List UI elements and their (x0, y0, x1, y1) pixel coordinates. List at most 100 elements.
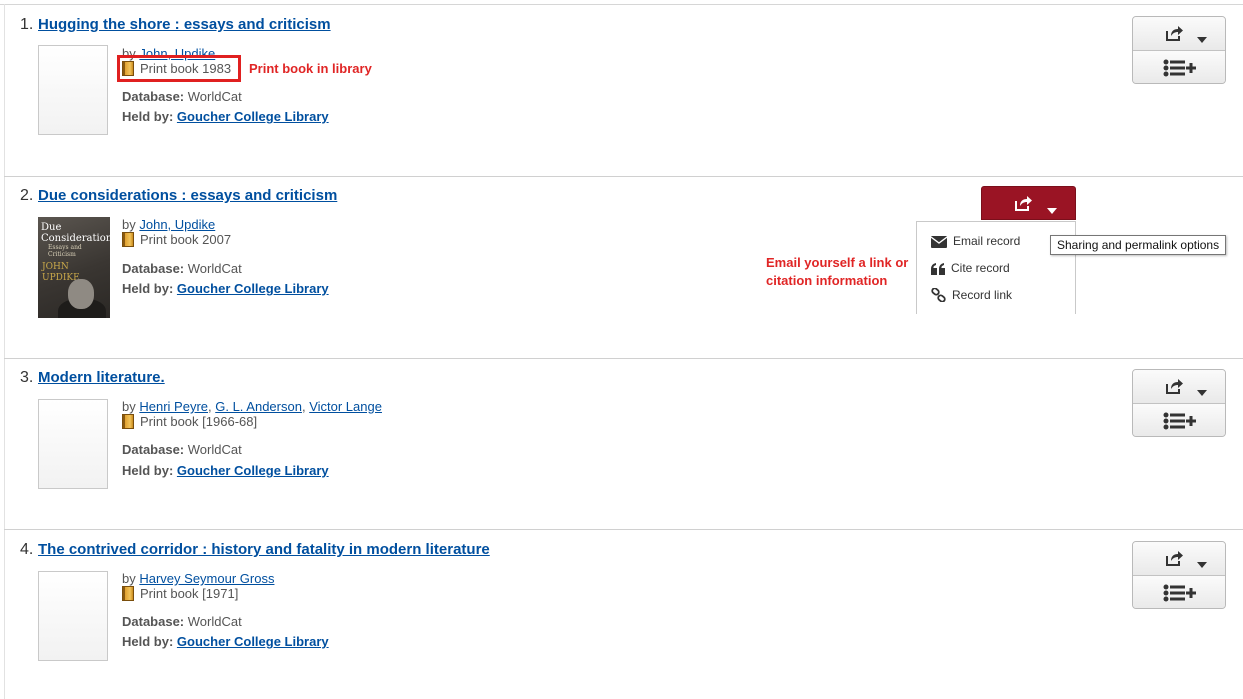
record-number: 1. (20, 16, 34, 33)
database-label: Database: (122, 442, 185, 457)
record-title-link[interactable]: Due considerations : essays and criticis… (38, 187, 337, 204)
database-label: Database: (122, 261, 185, 276)
by-label: by (122, 399, 136, 414)
share-dropdown-button[interactable] (1133, 542, 1225, 576)
annotation-print-book: Print book in library (249, 61, 372, 76)
share-icon (1165, 378, 1183, 395)
list-add-icon (1163, 59, 1197, 77)
cover-placeholder[interactable] (38, 45, 108, 135)
by-label: by (122, 571, 136, 586)
held-by-label: Held by: (122, 109, 174, 124)
caret-down-icon (1197, 30, 1207, 48)
held-by-line: Held by: Goucher College Library (122, 634, 329, 649)
database-line: Database: WorldCat (122, 261, 242, 276)
database-line: Database: WorldCat (122, 442, 242, 457)
menu-item-record-link[interactable]: Record link (931, 287, 1013, 303)
publication-year: 2007 (202, 232, 232, 247)
menu-item-label: Cite record (951, 261, 1010, 275)
cover-title: Due Considerations (41, 222, 110, 244)
held-by-line: Held by: Goucher College Library (122, 109, 329, 124)
share-icon (1165, 25, 1183, 42)
left-border (4, 4, 5, 699)
link-icon (931, 287, 946, 303)
cover-portrait-face (68, 279, 94, 309)
add-to-list-button[interactable] (1133, 51, 1225, 83)
publication-year: [1966-68] (202, 414, 258, 429)
held-by-label: Held by: (122, 634, 174, 649)
add-to-list-button[interactable] (1133, 576, 1225, 608)
list-add-icon (1163, 584, 1197, 602)
share-icon (1014, 195, 1032, 217)
record-title-link[interactable]: Hugging the shore : essays and criticism (38, 16, 331, 33)
format-line: Print book [1971] (122, 586, 238, 601)
held-by-line: Held by: Goucher College Library (122, 463, 329, 478)
format-label: Print book (140, 586, 199, 601)
share-dropdown-button-active[interactable] (981, 186, 1076, 220)
database-value: WorldCat (187, 89, 242, 104)
menu-item-email-record[interactable]: Email record (930, 234, 1021, 248)
author-line: by Henri Peyre, G. L. Anderson, Victor L… (122, 399, 382, 414)
held-by-library-link[interactable]: Goucher College Library (177, 463, 329, 478)
held-by-library-link[interactable]: Goucher College Library (177, 281, 329, 296)
database-line: Database: WorldCat (122, 614, 242, 629)
book-icon (122, 586, 134, 601)
caret-down-icon (1197, 555, 1207, 573)
database-value: WorldCat (187, 442, 242, 457)
held-by-library-link[interactable]: Goucher College Library (177, 634, 329, 649)
annotation-email-line-2: citation information (766, 273, 888, 288)
cover-placeholder[interactable] (38, 571, 108, 661)
format-line: Print book [1966-68] (122, 414, 257, 429)
database-value: WorldCat (187, 614, 242, 629)
record-actions (1132, 541, 1226, 609)
menu-item-label: Record link (952, 288, 1013, 302)
author-link[interactable]: Victor Lange (309, 399, 382, 414)
share-tooltip: Sharing and permalink options (1050, 235, 1227, 255)
book-cover-image[interactable]: Due Considerations Essays and Criticism J… (38, 217, 110, 318)
quote-icon (931, 263, 945, 275)
author-link[interactable]: Henri Peyre (139, 399, 208, 414)
cover-subtitle: Essays and Criticism (48, 244, 82, 258)
list-add-icon (1163, 412, 1197, 430)
by-label: by (122, 217, 136, 232)
record-number: 2. (20, 187, 34, 204)
author-link[interactable]: Harvey Seymour Gross (139, 571, 274, 586)
menu-item-label: Email record (953, 234, 1021, 248)
author-line: by Harvey Seymour Gross (122, 571, 274, 586)
book-icon (122, 414, 134, 429)
record-number: 4. (20, 541, 34, 558)
record-separator (4, 176, 1243, 177)
author-line: by John, Updike (122, 217, 215, 232)
record-number: 3. (20, 369, 34, 386)
record-separator (4, 529, 1243, 530)
highlight-box (117, 55, 241, 82)
record-separator (4, 358, 1243, 359)
database-line: Database: WorldCat (122, 89, 242, 104)
publication-year: [1971] (202, 586, 239, 601)
caret-down-icon (1197, 383, 1207, 401)
database-value: WorldCat (187, 261, 242, 276)
held-by-label: Held by: (122, 281, 174, 296)
annotation-email-line-1: Email yourself a link or (766, 255, 909, 270)
caret-down-icon (1047, 201, 1057, 219)
share-dropdown-button[interactable] (1133, 17, 1225, 51)
held-by-library-link[interactable]: Goucher College Library (177, 109, 329, 124)
record-title-link[interactable]: Modern literature. (38, 369, 165, 386)
database-label: Database: (122, 614, 185, 629)
record-actions (1132, 369, 1226, 437)
top-border (0, 4, 1243, 5)
menu-item-cite-record[interactable]: Cite record (931, 261, 1010, 275)
author-link[interactable]: John, Updike (139, 217, 215, 232)
format-label: Print book (140, 232, 199, 247)
share-dropdown-button[interactable] (1133, 370, 1225, 404)
author-link[interactable]: G. L. Anderson (215, 399, 302, 414)
format-line: Print book 2007 (122, 232, 231, 247)
held-by-line: Held by: Goucher College Library (122, 281, 329, 296)
format-label: Print book (140, 414, 199, 429)
add-to-list-button[interactable] (1133, 404, 1225, 436)
held-by-label: Held by: (122, 463, 174, 478)
book-icon (122, 232, 134, 247)
record-actions (1132, 16, 1226, 84)
cover-placeholder[interactable] (38, 399, 108, 489)
envelope-icon (930, 236, 948, 248)
record-title-link[interactable]: The contrived corridor : history and fat… (38, 541, 490, 558)
